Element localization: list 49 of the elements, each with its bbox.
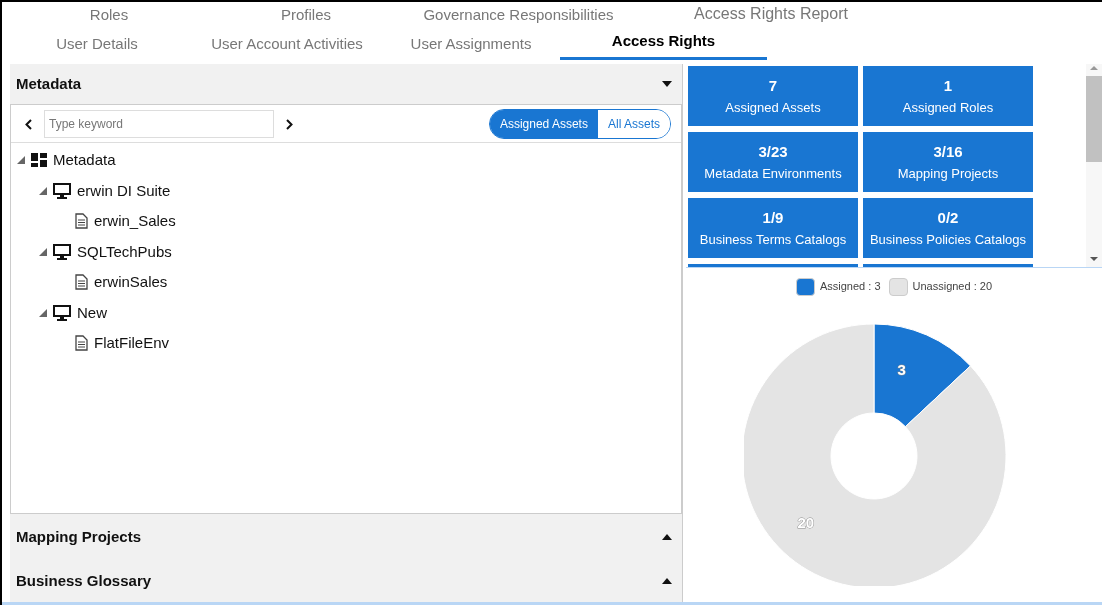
scrollbar-thumb[interactable] <box>1086 76 1102 162</box>
stat-tile[interactable]: 0/2 Business Policies Catalogs <box>863 198 1033 258</box>
tree-item[interactable]: SQLTechPubs <box>77 240 172 263</box>
document-icon <box>75 335 88 352</box>
stat-tile[interactable]: 1/9 Business Terms Catalogs <box>688 198 858 258</box>
section-header[interactable]: Metadata <box>10 64 682 104</box>
chevron-left-icon <box>25 119 32 131</box>
monitor-icon <box>53 243 71 260</box>
tab[interactable]: Access Rights Report <box>641 2 901 31</box>
section-title: Mapping Projects <box>16 526 142 547</box>
stat-tile[interactable]: 3/23 Metadata Environments <box>688 132 858 192</box>
tab[interactable]: User Assignments <box>382 32 560 60</box>
stat-tile[interactable]: 3/16 Mapping Projects <box>863 132 1033 192</box>
tree-item[interactable]: New <box>77 301 107 324</box>
tab[interactable]: Governance Responsibilities <box>396 3 641 31</box>
tab[interactable]: Roles <box>2 3 216 31</box>
tree-item[interactable]: erwin_Sales <box>94 210 176 233</box>
section-header[interactable]: Mapping Projects <box>10 514 682 560</box>
section-title: Business Glossary <box>16 570 152 591</box>
legend-label: Unassigned : 20 <box>912 280 992 292</box>
expanded-icon[interactable] <box>39 308 47 317</box>
document-icon <box>75 274 88 291</box>
tab[interactable]: User Account Activities <box>192 32 382 60</box>
tree-item[interactable]: FlatFileEnv <box>94 332 170 355</box>
tree-item[interactable]: erwinSales <box>94 271 168 294</box>
tab[interactable]: Profiles <box>216 3 396 31</box>
data-label: 3 <box>897 360 906 378</box>
scroll-up-icon[interactable] <box>1089 64 1099 72</box>
chevron-right-icon <box>286 119 293 131</box>
tree-item[interactable]: Metadata <box>53 149 116 172</box>
dashboard-icon <box>31 153 47 168</box>
filter-toggle[interactable]: Assigned Assets <box>489 109 598 138</box>
tree-item[interactable]: erwin DI Suite <box>77 179 171 202</box>
tab[interactable]: User Details <box>2 32 192 60</box>
monitor-icon <box>53 304 71 321</box>
scroll-down-icon[interactable] <box>1089 255 1099 263</box>
document-icon <box>75 213 88 230</box>
section-header[interactable]: Business Glossary <box>10 560 682 602</box>
expanded-icon[interactable] <box>17 156 25 165</box>
search-field[interactable]: Type keyword <box>44 109 274 138</box>
tab[interactable]: Access Rights <box>560 29 767 60</box>
expanded-icon[interactable] <box>39 186 47 195</box>
monitor-icon <box>53 182 71 199</box>
stat-tile[interactable]: 1 Assigned Roles <box>863 66 1033 126</box>
expanded-icon[interactable] <box>39 247 47 256</box>
legend-label: Assigned : 3 <box>819 280 881 292</box>
stat-tile[interactable]: 7 Assigned Assets <box>688 66 858 126</box>
scrollbar[interactable] <box>1086 64 1102 267</box>
section-title: Metadata <box>16 73 82 94</box>
